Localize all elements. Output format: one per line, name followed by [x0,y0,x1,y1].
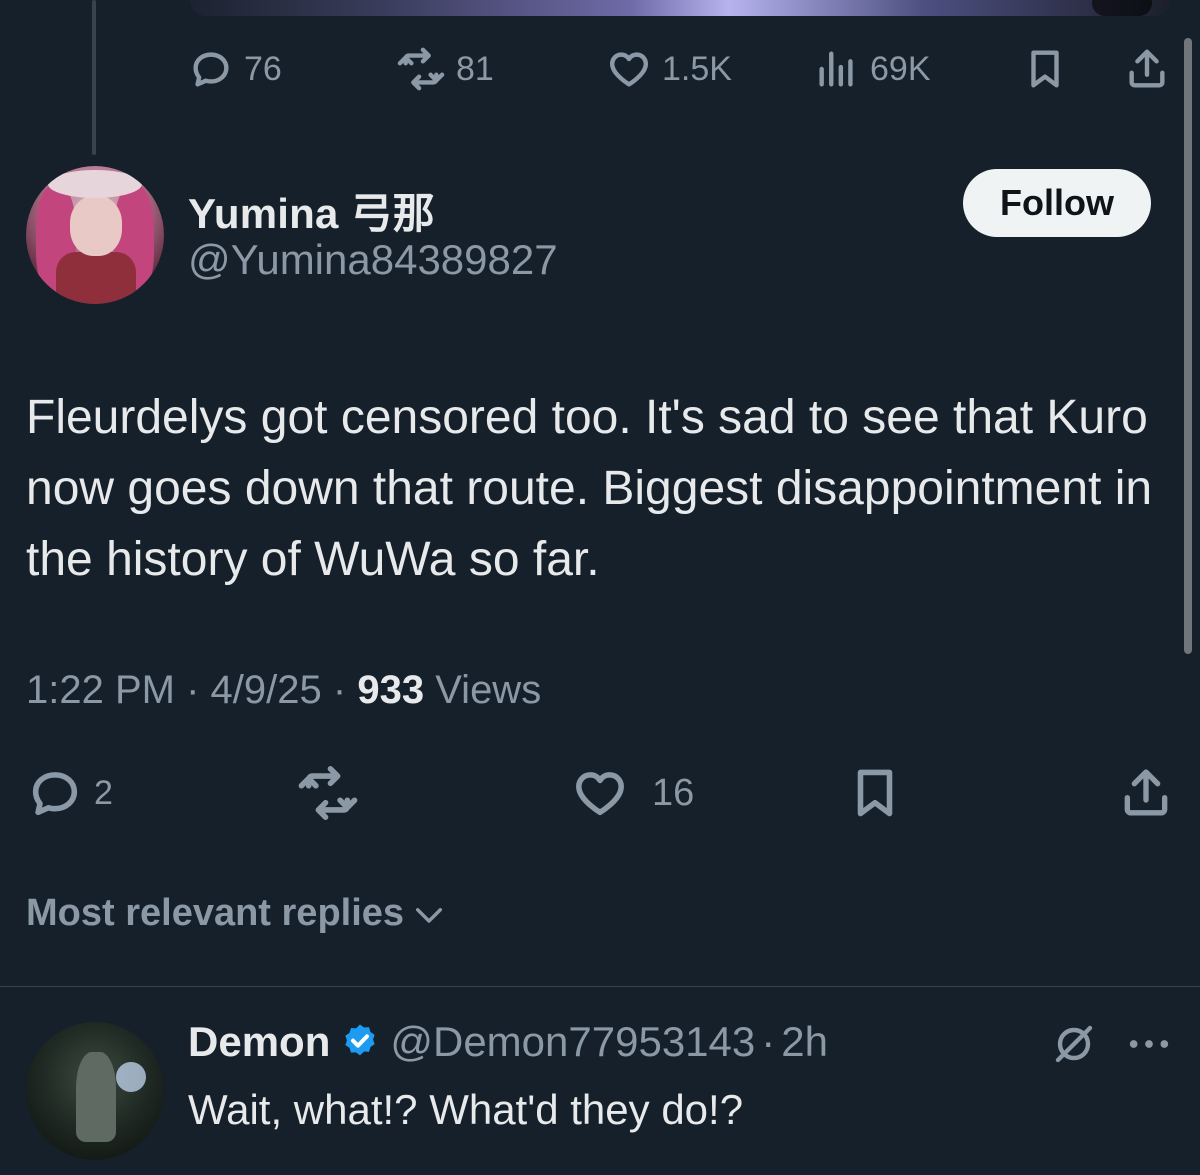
tweet-meta: 1:22 PM · 4/9/25 · 933 Views [26,668,541,713]
separator-dot: · [761,1018,776,1065]
replies-sort-dropdown[interactable]: Most relevant replies [26,892,446,935]
more-options-icon[interactable] [1126,1024,1172,1069]
verified-badge-icon [345,1024,376,1056]
views-label: Views [435,668,542,712]
scrollbar[interactable] [1184,38,1192,654]
reply-time[interactable]: 2h [781,1018,828,1066]
tweet-time[interactable]: 1:22 PM [26,668,175,712]
author-display-name[interactable]: Yumina 弓那 [188,180,435,241]
heart-icon [576,772,624,816]
replies-sort-label: Most relevant replies [26,892,405,934]
parent-like-button[interactable]: 1.5K [606,46,732,92]
parent-like-count: 1.5K [662,49,732,88]
reply-count: 2 [94,773,113,812]
parent-repost-button[interactable]: 81 [396,46,494,92]
reply-icon [32,772,78,816]
parent-share-button[interactable] [1124,46,1170,92]
heart-icon [610,52,648,87]
parent-repost-count: 81 [456,49,494,88]
grok-icon[interactable] [1050,1020,1098,1073]
like-button[interactable]: 16 [570,764,694,822]
bookmark-icon [857,769,893,817]
parent-reply-button[interactable]: 76 [188,46,282,92]
reply-icon [193,52,229,87]
share-icon [1129,49,1165,88]
divider [0,986,1200,987]
repost-button[interactable] [296,764,360,822]
tweet-date[interactable]: 4/9/25 [211,668,322,712]
author-handle[interactable]: @Yumina84389827 [188,236,558,284]
reply-text: Wait, what!? What'd they do!? [188,1086,744,1133]
reply-display-name[interactable]: Demon [188,1018,330,1066]
share-button[interactable] [1118,764,1174,822]
parent-views-button[interactable]: 69K [814,46,931,92]
thread-connector-line [92,0,96,155]
parent-bookmark-button[interactable] [1022,46,1068,92]
chevron-down-icon [416,907,443,923]
parent-media-image[interactable] [190,0,1170,16]
repost-icon [397,47,445,91]
analytics-icon [819,51,853,87]
separator-dot: · [332,668,347,712]
follow-button[interactable]: Follow [963,169,1151,237]
reply-avatar[interactable] [26,1022,164,1160]
parent-reply-count: 76 [244,49,282,88]
repost-icon [298,766,358,820]
separator-dot: · [186,668,200,712]
tweet-text: Fleurdelys got censored too. It's sad to… [26,391,1153,586]
bookmark-button[interactable] [846,764,904,822]
reply-header: Demon @Demon77953143 · 2h [188,1018,828,1066]
parent-views-count: 69K [870,49,931,88]
reply-button[interactable]: 2 [26,764,113,822]
like-count: 16 [652,771,695,814]
reply-handle[interactable]: @Demon77953143 [390,1018,755,1066]
views-count: 933 [357,668,425,712]
avatar[interactable] [26,166,164,304]
bookmark-icon [1031,50,1059,88]
share-icon [1124,769,1168,816]
